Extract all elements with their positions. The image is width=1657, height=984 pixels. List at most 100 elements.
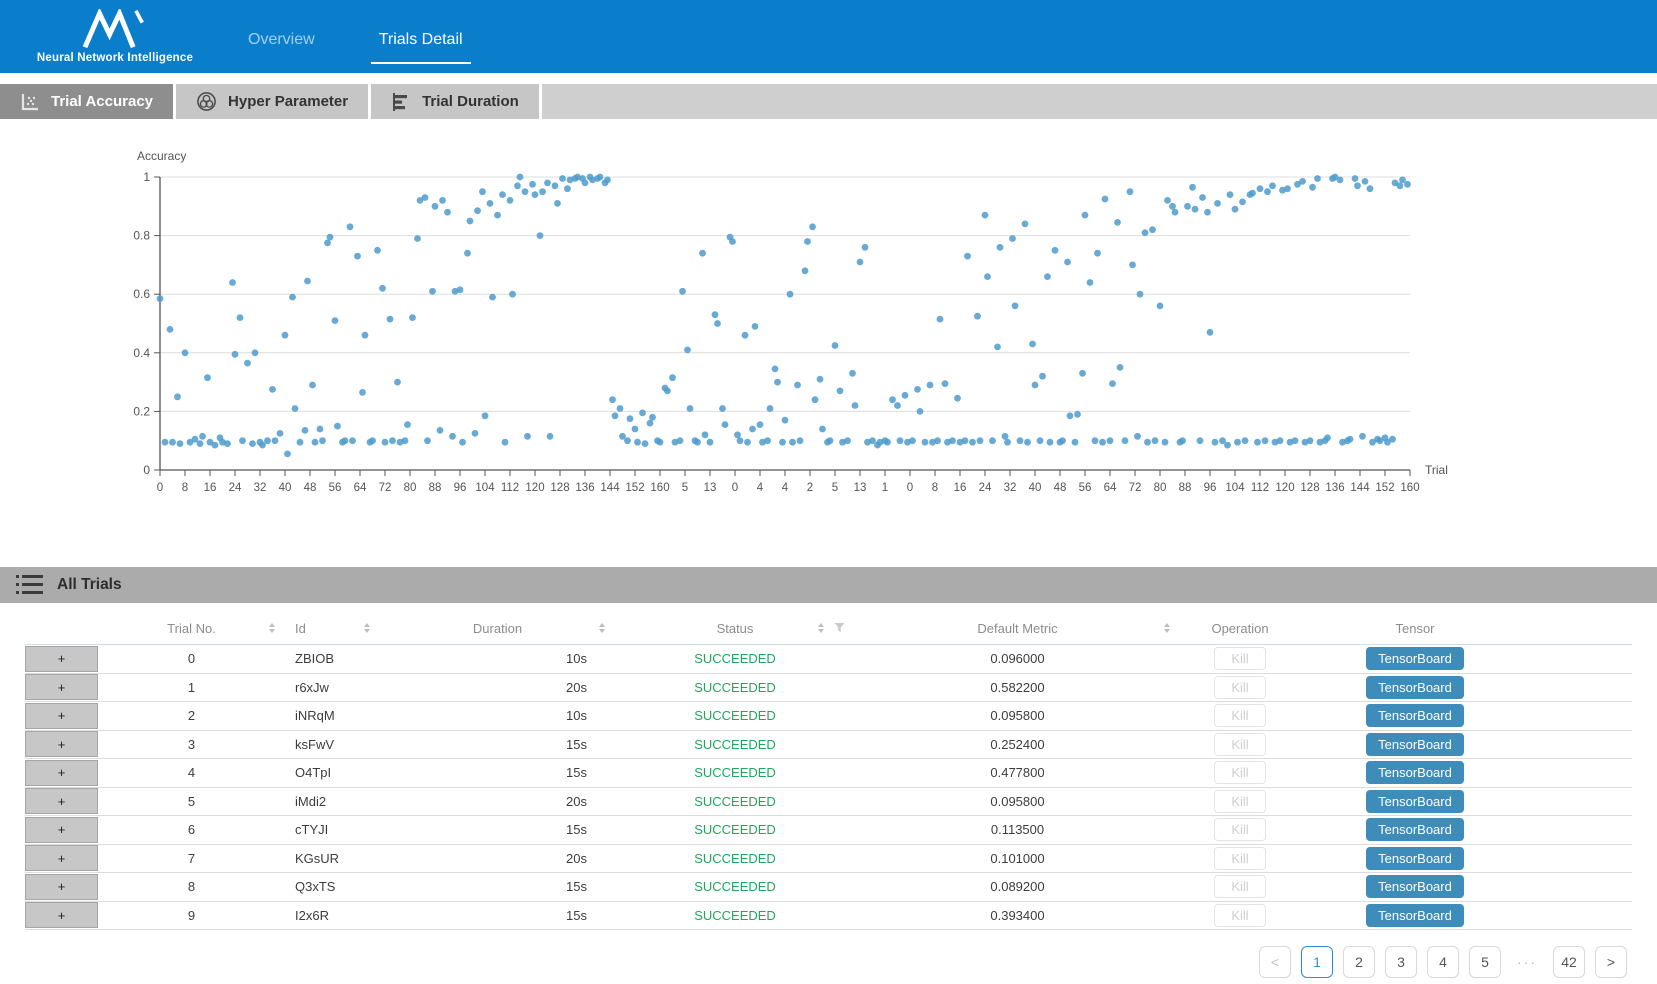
scatter-point[interactable] — [749, 426, 756, 433]
expand-row-button[interactable]: + — [58, 766, 66, 779]
scatter-point[interactable] — [962, 437, 969, 444]
scatter-point[interactable] — [564, 185, 571, 192]
kill-button[interactable]: Kill — [1214, 676, 1265, 699]
scatter-point[interactable] — [1197, 437, 1204, 444]
scatter-point[interactable] — [989, 437, 996, 444]
scatter-point[interactable] — [324, 240, 331, 247]
kill-button[interactable]: Kill — [1214, 647, 1265, 670]
scatter-point[interactable] — [1307, 437, 1314, 444]
scatter-point[interactable] — [1389, 436, 1396, 443]
scatter-point[interactable] — [984, 273, 991, 280]
scatter-point[interactable] — [359, 389, 366, 396]
sort-icon[interactable] — [599, 623, 605, 633]
scatter-point[interactable] — [502, 439, 509, 446]
scatter-point[interactable] — [177, 440, 184, 447]
scatter-point[interactable] — [432, 203, 439, 210]
scatter-point[interactable] — [1277, 437, 1284, 444]
scatter-point[interactable] — [849, 370, 856, 377]
scatter-point[interactable] — [524, 433, 531, 440]
scatter-point[interactable] — [597, 174, 604, 181]
scatter-point[interactable] — [302, 427, 309, 434]
scatter-point[interactable] — [897, 437, 904, 444]
sort-icon[interactable] — [364, 623, 370, 633]
expand-row-button[interactable]: + — [58, 852, 66, 865]
scatter-point[interactable] — [1134, 433, 1141, 440]
scatter-point[interactable] — [252, 349, 259, 356]
scatter-point[interactable] — [1039, 373, 1046, 380]
scatter-point[interactable] — [1024, 439, 1031, 446]
scatter-point[interactable] — [237, 314, 244, 321]
scatter-point[interactable] — [522, 188, 529, 195]
scatter-point[interactable] — [949, 437, 956, 444]
scatter-point[interactable] — [1017, 437, 1024, 444]
scatter-point[interactable] — [862, 244, 869, 251]
scatter-point[interactable] — [752, 323, 759, 330]
scatter-point[interactable] — [977, 437, 984, 444]
sort-icon[interactable] — [269, 623, 275, 633]
scatter-point[interactable] — [544, 180, 551, 187]
scatter-point[interactable] — [204, 374, 211, 381]
scatter-point[interactable] — [1142, 229, 1149, 236]
scatter-point[interactable] — [334, 423, 341, 430]
scatter-point[interactable] — [794, 382, 801, 389]
scatter-point[interactable] — [362, 332, 369, 339]
tensorboard-button[interactable]: TensorBoard — [1366, 761, 1464, 784]
scatter-point[interactable] — [199, 433, 206, 440]
scatter-point[interactable] — [1299, 178, 1306, 185]
scatter-point[interactable] — [609, 396, 616, 403]
tensorboard-button[interactable]: TensorBoard — [1366, 704, 1464, 727]
scatter-point[interactable] — [812, 396, 819, 403]
scatter-point[interactable] — [757, 421, 764, 428]
scatter-point[interactable] — [1184, 203, 1191, 210]
tensorboard-button[interactable]: TensorBoard — [1366, 818, 1464, 841]
scatter-point[interactable] — [1397, 182, 1404, 189]
scatter-point[interactable] — [694, 439, 701, 446]
scatter-point[interactable] — [937, 316, 944, 323]
scatter-point[interactable] — [232, 351, 239, 358]
scatter-point[interactable] — [404, 421, 411, 428]
scatter-point[interactable] — [347, 223, 354, 230]
scatter-point[interactable] — [284, 451, 291, 458]
scatter-point[interactable] — [429, 288, 436, 295]
scatter-point[interactable] — [327, 234, 334, 241]
scatter-point[interactable] — [1152, 437, 1159, 444]
scatter-point[interactable] — [719, 405, 726, 412]
scatter-point[interactable] — [1122, 437, 1129, 444]
tab-trials-detail[interactable]: Trials Detail — [371, 0, 471, 73]
tensorboard-button[interactable]: TensorBoard — [1366, 847, 1464, 870]
scatter-point[interactable] — [1214, 200, 1221, 207]
scatter-point[interactable] — [264, 437, 271, 444]
scatter-point[interactable] — [1359, 433, 1366, 440]
scatter-point[interactable] — [1102, 196, 1109, 203]
scatter-point[interactable] — [679, 288, 686, 295]
scatter-point[interactable] — [409, 314, 416, 321]
scatter-point[interactable] — [782, 417, 789, 424]
scatter-point[interactable] — [514, 182, 521, 189]
scatter-point[interactable] — [1367, 185, 1374, 192]
scatter-point[interactable] — [624, 437, 631, 444]
scatter-point[interactable] — [289, 294, 296, 301]
scatter-point[interactable] — [1022, 221, 1029, 228]
scatter-point[interactable] — [1137, 291, 1144, 298]
scatter-point[interactable] — [1004, 439, 1011, 446]
scatter-point[interactable] — [1032, 382, 1039, 389]
scatter-point[interactable] — [844, 437, 851, 444]
scatter-point[interactable] — [804, 238, 811, 245]
scatter-point[interactable] — [332, 317, 339, 324]
expand-row-button[interactable]: + — [58, 681, 66, 694]
scatter-point[interactable] — [1257, 185, 1264, 192]
scatter-point[interactable] — [964, 253, 971, 260]
scatter-point[interactable] — [402, 437, 409, 444]
scatter-point[interactable] — [1012, 303, 1019, 310]
scatter-point[interactable] — [942, 380, 949, 387]
scatter-point[interactable] — [304, 278, 311, 285]
scatter-point[interactable] — [1074, 411, 1081, 418]
scatter-point[interactable] — [312, 439, 319, 446]
scatter-point[interactable] — [1029, 341, 1036, 348]
scatter-point[interactable] — [934, 437, 941, 444]
scatter-point[interactable] — [529, 181, 536, 188]
scatter-point[interactable] — [1189, 184, 1196, 191]
scatter-point[interactable] — [764, 437, 771, 444]
scatter-point[interactable] — [1362, 178, 1369, 185]
scatter-point[interactable] — [317, 426, 324, 433]
